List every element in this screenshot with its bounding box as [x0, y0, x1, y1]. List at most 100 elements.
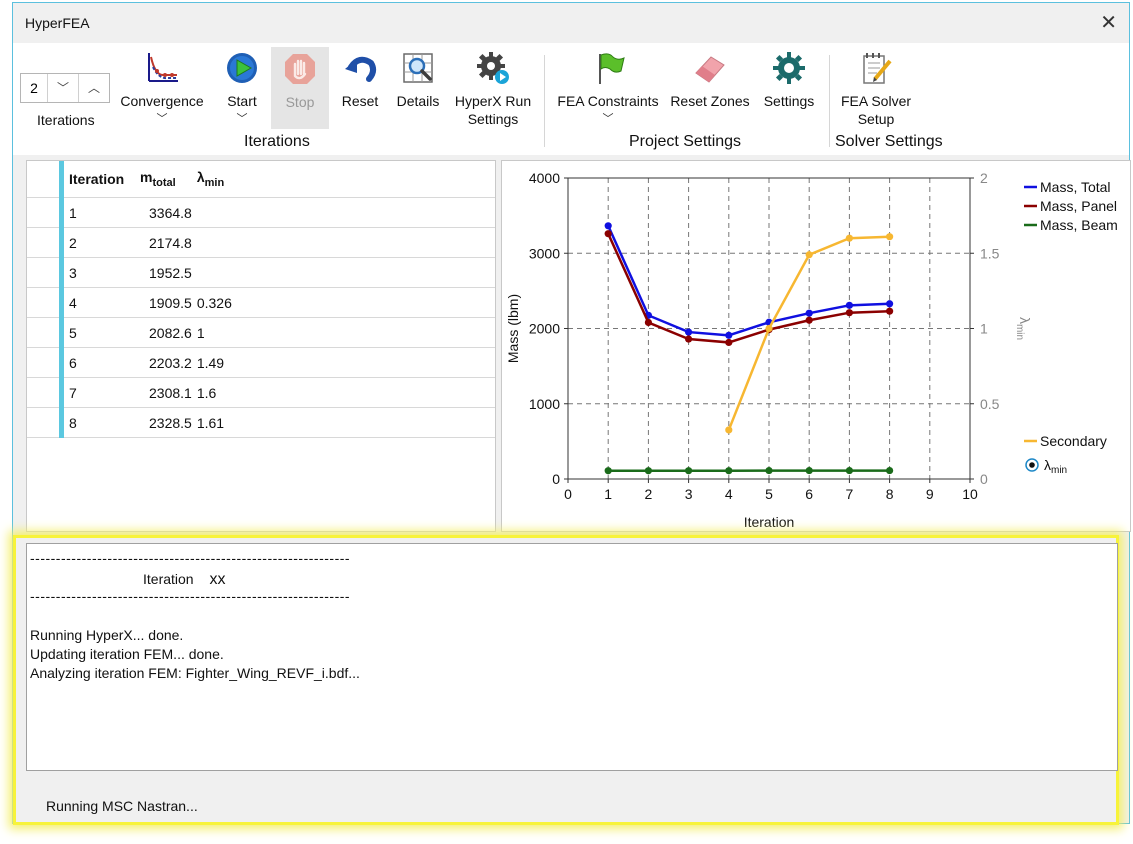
stop-label: Stop: [285, 94, 315, 110]
y-tick-label: 3000: [529, 245, 560, 261]
chevron-down-icon: ﹀: [236, 113, 248, 125]
log-iteration-line: Iteration xx: [143, 571, 225, 589]
magnifier-grid-icon: [403, 53, 433, 83]
reset-button[interactable]: Reset: [338, 51, 382, 110]
table-row[interactable]: 8 2328.5 1.61: [27, 407, 495, 438]
log-separator: ----------------------------------------…: [30, 550, 351, 566]
cell-mtotal[interactable]: 1952.5: [135, 257, 192, 288]
details-button[interactable]: Details: [393, 51, 443, 110]
legend-label: Mass, Total: [1040, 179, 1111, 195]
log-line: Updating iteration FEM... done.: [30, 646, 224, 662]
table-row[interactable]: 3 1952.5: [27, 257, 495, 288]
cell-mtotal[interactable]: 2082.6: [135, 317, 192, 348]
x-tick-label: 1: [604, 486, 612, 502]
iteration-stepper-value[interactable]: 2: [21, 74, 48, 102]
data-point: [725, 467, 733, 475]
cell-mtotal[interactable]: 3364.8: [135, 197, 192, 228]
header-lambda[interactable]: λmin: [191, 161, 495, 198]
row-header-cell[interactable]: [27, 257, 64, 288]
row-header-cell[interactable]: [27, 347, 64, 378]
data-point: [725, 338, 733, 347]
x-tick-label: 3: [685, 486, 693, 502]
row-header-cell[interactable]: [27, 197, 64, 228]
hyperx-run-settings-button[interactable]: HyperX Run Settings: [451, 51, 535, 128]
cell-lambda[interactable]: [191, 197, 495, 228]
cell-lambda[interactable]: [191, 227, 495, 258]
cell-lambda[interactable]: 0.326: [191, 287, 495, 318]
cell-iteration[interactable]: 1: [61, 197, 135, 228]
cell-lambda[interactable]: [191, 257, 495, 288]
convergence-chart-pane: 0 1 2 3 4 5 6 7 8 9 10 0 1000 2000 3000 4000 0 0.5 1 1.5 2 It…: [501, 160, 1131, 532]
cell-mtotal[interactable]: 1909.5: [135, 287, 192, 318]
table-row[interactable]: 6 2203.2 1.49: [27, 347, 495, 378]
table-row[interactable]: 4 1909.5 0.326: [27, 287, 495, 318]
cell-mtotal[interactable]: 2328.5: [135, 407, 192, 438]
cell-mtotal[interactable]: 2308.1: [135, 377, 192, 408]
cell-iteration[interactable]: 3: [61, 257, 135, 288]
table-row[interactable]: 7 2308.1 1.6: [27, 377, 495, 408]
cell-lambda[interactable]: 1.49: [191, 347, 495, 378]
x-tick-label: 5: [765, 486, 773, 502]
group-label-solver-settings: Solver Settings: [835, 133, 943, 150]
row-header-cell[interactable]: [27, 287, 64, 318]
cell-mtotal[interactable]: 2174.8: [135, 227, 192, 258]
gear-icon: [773, 52, 805, 84]
radio-selected-dot: [1029, 462, 1035, 468]
data-point: [644, 318, 652, 327]
stop-button[interactable]: Stop: [271, 47, 329, 129]
x-tick-label: 10: [962, 486, 978, 502]
cell-iteration[interactable]: 4: [61, 287, 135, 318]
chevron-down-icon: ﹀: [156, 113, 168, 125]
settings-button[interactable]: Settings: [759, 51, 819, 110]
row-header-cell[interactable]: [27, 377, 64, 408]
play-icon: [227, 53, 257, 83]
cell-lambda[interactable]: 1.61: [191, 407, 495, 438]
row-header-cell[interactable]: [27, 407, 64, 438]
data-point: [805, 309, 813, 317]
convergence-button[interactable]: Convergence ﹀: [119, 51, 205, 126]
data-point: [604, 467, 612, 475]
y-tick-label: 0: [552, 471, 560, 487]
header-lambda-symbol: λ: [196, 169, 205, 186]
table-row[interactable]: 1 3364.8: [27, 197, 495, 228]
fea-solver-setup-button[interactable]: FEA Solver Setup: [839, 51, 913, 128]
series-line: [607, 225, 890, 337]
cell-iteration[interactable]: 2: [61, 227, 135, 258]
cell-iteration[interactable]: 7: [61, 377, 135, 408]
settings-label: Settings: [763, 93, 815, 109]
stepper-down-button[interactable]: ﹀: [48, 74, 78, 102]
start-button[interactable]: Start ﹀: [218, 51, 266, 126]
data-point: [805, 466, 813, 475]
header-mtotal-sub: total: [152, 176, 176, 189]
header-iteration[interactable]: Iteration: [61, 161, 135, 198]
row-header-cell[interactable]: [27, 317, 64, 348]
gear-play-icon: [477, 52, 509, 84]
reset-zones-label: Reset Zones: [670, 93, 750, 109]
table-row[interactable]: 5 2082.6 1: [27, 317, 495, 348]
lambda-radio-sub: min: [1051, 465, 1067, 476]
cell-iteration[interactable]: 8: [61, 407, 135, 438]
iteration-table: Iteration mtotal λmin 1 3364.8 2 2174.8 31…: [27, 161, 495, 438]
y2-axis-label-symbol: λ: [1017, 317, 1033, 324]
fea-constraints-button[interactable]: FEA Constraints ﹀: [555, 51, 661, 126]
log-line: Running HyperX... done.: [30, 627, 184, 643]
iteration-stepper[interactable]: 2 ﹀ ︿: [20, 73, 110, 103]
row-header-cell[interactable]: [27, 227, 64, 258]
x-tick-label: 8: [886, 486, 894, 502]
data-point: [725, 331, 733, 339]
ribbon-toolbar: 2 ﹀ ︿ Iterations Convergence ﹀ Start ﹀ S…: [13, 43, 1129, 155]
cell-iteration[interactable]: 5: [61, 317, 135, 348]
cell-lambda[interactable]: 1.6: [191, 377, 495, 408]
close-icon[interactable]: ✕: [1100, 10, 1117, 35]
stepper-up-button[interactable]: ︿: [78, 74, 109, 102]
cell-lambda[interactable]: 1: [191, 317, 495, 348]
table-row[interactable]: 2 2174.8: [27, 227, 495, 258]
header-mtotal[interactable]: mtotal: [135, 161, 192, 198]
iteration-table-pane: Iteration mtotal λmin 1 3364.8 2 2174.8 31…: [26, 160, 496, 532]
reset-zones-button[interactable]: Reset Zones: [669, 51, 751, 110]
cell-iteration[interactable]: 6: [61, 347, 135, 378]
cell-mtotal[interactable]: 2203.2: [135, 347, 192, 378]
details-label: Details: [396, 93, 440, 109]
data-point: [886, 233, 894, 241]
x-tick-label: 7: [846, 486, 854, 502]
